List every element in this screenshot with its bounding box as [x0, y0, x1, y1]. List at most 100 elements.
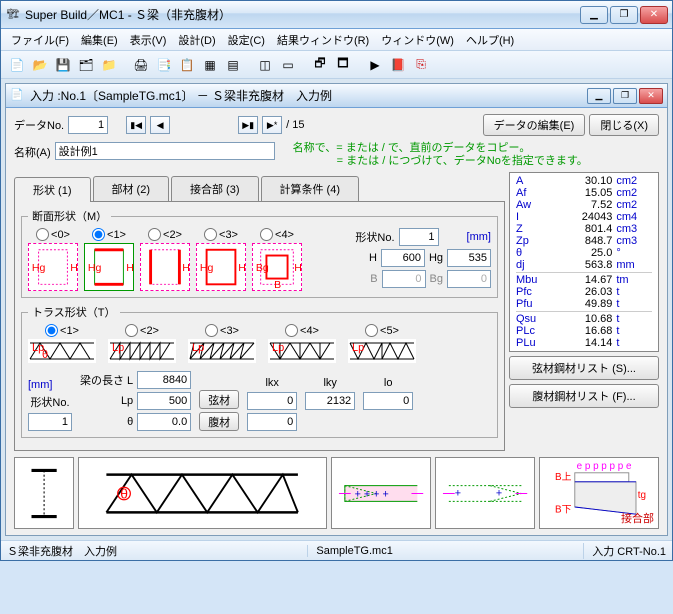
shape-no-input[interactable]: [399, 228, 439, 246]
menu-view[interactable]: 表示(V): [124, 30, 173, 50]
tab-joint[interactable]: 接合部 (3): [171, 176, 259, 201]
theta-input[interactable]: [137, 413, 191, 431]
close-button[interactable]: ✕: [640, 6, 668, 24]
H-input[interactable]: [381, 249, 425, 267]
mdi-window: 📄 入力 :No.1〔SampleTG.mc1〕 － Ｓ梁非充腹材 入力例 ▁ …: [5, 83, 668, 536]
menu-settings[interactable]: 設定(C): [222, 30, 271, 50]
sect-opt-3[interactable]: <3>: [204, 228, 238, 241]
table-icon[interactable]: ▦: [200, 55, 220, 75]
section-legend: 断面形状（M）: [28, 208, 111, 224]
nav-next-button[interactable]: ▶▮: [238, 116, 258, 134]
svg-text:+: +: [496, 487, 502, 499]
lo-input[interactable]: [363, 392, 413, 410]
lkx-input-2[interactable]: [247, 413, 297, 431]
mdi-minimize-button[interactable]: ▁: [587, 88, 611, 104]
svg-text:Lp: Lp: [192, 342, 204, 354]
lkx-input[interactable]: [247, 392, 297, 410]
titlebar: 🏗 Super Build／MC1 - Ｓ梁（非充腹材） ▁ ❐ ✕: [1, 1, 672, 29]
mdi-maximize-button[interactable]: ❐: [613, 88, 637, 104]
new-icon[interactable]: 📄: [7, 55, 27, 75]
truss-fieldset: トラス形状（T） <1>Lpθ <2>Lp <3>Lp <4>Lp <5>Lp: [21, 304, 498, 438]
Hg-input[interactable]: [447, 249, 491, 267]
L-input[interactable]: [137, 371, 191, 389]
sect-opt-1[interactable]: <1>: [92, 228, 126, 241]
view2-icon[interactable]: ▭: [278, 55, 298, 75]
theta-label: θ: [127, 416, 133, 428]
web-list-button[interactable]: 腹材鋼材リスト (F)...: [509, 384, 659, 408]
svg-text:Hg: Hg: [200, 262, 214, 274]
grid-icon[interactable]: ▤: [223, 55, 243, 75]
maximize-button[interactable]: ❐: [610, 6, 638, 24]
save-icon[interactable]: 💾: [53, 55, 73, 75]
lo-label: lo: [384, 377, 393, 389]
menu-window[interactable]: ウィンドウ(W): [375, 30, 460, 50]
copy-icon[interactable]: 📑: [154, 55, 174, 75]
folder-icon[interactable]: 📁: [99, 55, 119, 75]
tab-shape[interactable]: 形状 (1): [14, 177, 91, 202]
nav-prev-button[interactable]: ◀: [150, 116, 170, 134]
help-icon[interactable]: 📕: [388, 55, 408, 75]
sect-opt-4[interactable]: <4>: [260, 228, 294, 241]
data-no-input[interactable]: [68, 116, 108, 134]
mdi-close-button[interactable]: ✕: [639, 88, 663, 104]
section-unit: [mm]: [467, 231, 491, 243]
nav-last-button[interactable]: ▶*: [262, 116, 282, 134]
sect-opt-0[interactable]: <0>: [36, 228, 70, 241]
truss-shape-no-label: 形状No.: [28, 394, 72, 410]
diag-force-2: ++: [435, 457, 535, 529]
mdi-body: データNo. ▮◀ ◀ ▶▮ ▶* / 15 データの編集(E) 閉じる(X) …: [6, 108, 667, 535]
truss-opt-5[interactable]: <5>: [365, 324, 399, 337]
cascade-icon[interactable]: 🗗: [310, 55, 330, 75]
save-as-icon[interactable]: 🗂: [76, 55, 96, 75]
menu-help[interactable]: ヘルプ(H): [460, 30, 520, 50]
menu-design[interactable]: 設計(D): [172, 30, 221, 50]
web-button[interactable]: 腹材: [199, 412, 239, 431]
svg-text:H: H: [182, 262, 189, 274]
menu-result[interactable]: 結果ウィンドウ(R): [271, 30, 375, 50]
tab-calc[interactable]: 計算条件 (4): [261, 176, 360, 201]
lky-input[interactable]: [305, 392, 355, 410]
app-icon: 🏗: [5, 7, 21, 23]
svg-text:B下: B下: [555, 504, 572, 515]
menubar: ファイル(F) 編集(E) 表示(V) 設計(D) 設定(C) 結果ウィンドウ(…: [1, 29, 672, 51]
tab-member[interactable]: 部材 (2): [93, 176, 170, 201]
chord-list-button[interactable]: 弦材鋼材リスト (S)...: [509, 356, 659, 380]
run-icon[interactable]: ▶: [365, 55, 385, 75]
app-window: 🏗 Super Build／MC1 - Ｓ梁（非充腹材） ▁ ❐ ✕ ファイル(…: [0, 0, 673, 561]
print-icon[interactable]: 🖨: [131, 55, 151, 75]
Hg-label: Hg: [429, 252, 443, 264]
menu-edit[interactable]: 編集(E): [75, 30, 124, 50]
exit-icon[interactable]: ⎘: [411, 55, 431, 75]
open-icon[interactable]: 📂: [30, 55, 50, 75]
close-panel-button[interactable]: 閉じる(X): [589, 114, 659, 136]
data-no-label: データNo.: [14, 117, 64, 133]
status-1: Ｓ梁非充腹材 入力例: [7, 543, 117, 559]
Lp-input[interactable]: [137, 392, 191, 410]
truss-opt-1[interactable]: <1>: [45, 324, 79, 337]
list-icon[interactable]: 📋: [177, 55, 197, 75]
truss-img-4: Lp: [268, 339, 336, 363]
chord-button[interactable]: 弦材: [199, 390, 239, 409]
minimize-button[interactable]: ▁: [580, 6, 608, 24]
svg-text:B上: B上: [555, 471, 572, 483]
view1-icon[interactable]: ◫: [255, 55, 275, 75]
truss-opt-4[interactable]: <4>: [285, 324, 319, 337]
tabs: 形状 (1) 部材 (2) 接合部 (3) 計算条件 (4): [14, 176, 505, 201]
mdi-titlebar: 📄 入力 :No.1〔SampleTG.mc1〕 － Ｓ梁非充腹材 入力例 ▁ …: [6, 84, 667, 108]
svg-text:B: B: [274, 280, 281, 291]
edit-data-button[interactable]: データの編集(E): [483, 114, 586, 136]
truss-shape-no-input[interactable]: [28, 413, 72, 431]
diag-joint: e p p p p p eB上B下tg 接合部: [539, 457, 659, 529]
svg-text:Lp: Lp: [272, 342, 284, 354]
sect-opt-2[interactable]: <2>: [148, 228, 182, 241]
svg-text:+ + + +: + + + +: [355, 488, 389, 500]
truss-opt-2[interactable]: <2>: [125, 324, 159, 337]
tile-icon[interactable]: 🗖: [333, 55, 353, 75]
toolbar: 📄 📂 💾 🗂 📁 🖨 📑 📋 ▦ ▤ ◫ ▭ 🗗 🗖 ▶ 📕 ⎘: [1, 51, 672, 79]
name-input[interactable]: [55, 142, 275, 160]
truss-img-1: Lpθ: [28, 339, 96, 363]
menu-file[interactable]: ファイル(F): [5, 30, 75, 50]
truss-opt-3[interactable]: <3>: [205, 324, 239, 337]
svg-text:Bg: Bg: [256, 262, 269, 274]
nav-first-button[interactable]: ▮◀: [126, 116, 146, 134]
